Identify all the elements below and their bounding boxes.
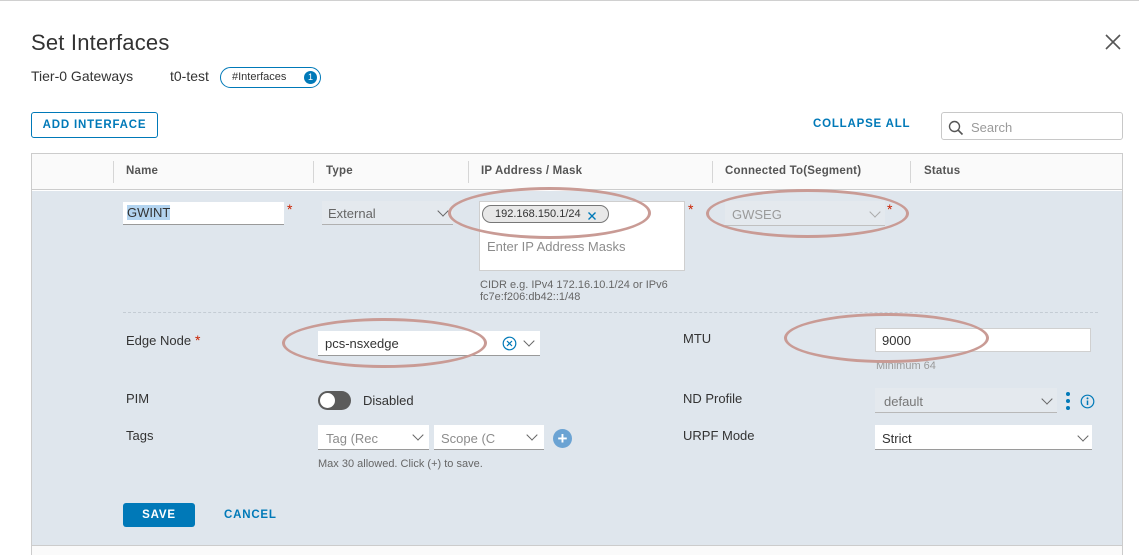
interface-name-input[interactable]: GWINT [123, 202, 284, 225]
dialog-title: Set Interfaces [31, 30, 170, 55]
pim-state: Disabled [363, 393, 414, 408]
annotation-oval-segment [706, 189, 909, 238]
collapse-all-button[interactable]: COLLAPSE ALL [813, 118, 910, 130]
pim-label: PIM [126, 391, 150, 406]
more-vertical-icon[interactable] [1065, 391, 1071, 416]
urpf-mode-select[interactable]: Strict [875, 425, 1092, 450]
annotation-oval-ip [448, 187, 651, 239]
close-icon[interactable] [1103, 32, 1123, 52]
scope-placeholder: Scope (C [441, 431, 496, 446]
column-header-name[interactable]: Name [126, 165, 158, 177]
interfaces-pill-label: #Interfaces [232, 71, 287, 83]
interfaces-count-badge: 1 [304, 71, 317, 84]
column-header-connected-to[interactable]: Connected To(Segment) [725, 165, 861, 177]
chevron-down-icon [437, 205, 449, 217]
annotation-oval-edge-node [282, 318, 487, 368]
ip-hint-line2: fc7e:f206:db42::1/48 [480, 291, 581, 303]
urpf-mode-label: URPF Mode [683, 428, 755, 443]
column-header-status[interactable]: Status [924, 165, 960, 177]
required-marker: * [195, 332, 201, 348]
save-button[interactable]: SAVE [123, 503, 195, 527]
chevron-down-icon [1077, 430, 1089, 442]
add-tag-plus-icon[interactable]: + [553, 429, 572, 448]
mtu-label: MTU [683, 331, 712, 346]
add-interface-button[interactable]: ADD INTERFACE [31, 112, 158, 138]
grid-footer [32, 545, 1122, 555]
breadcrumb-gateway-name: t0-test [170, 68, 209, 84]
chevron-down-icon [523, 335, 535, 347]
search-icon [948, 120, 964, 141]
ip-hint-line1: CIDR e.g. IPv4 172.16.10.1/24 or IPv6 [480, 279, 668, 291]
tags-hint: Max 30 allowed. Click (+) to save. [318, 458, 483, 470]
tag-input[interactable]: Tag (Rec [318, 425, 429, 450]
tag-placeholder: Tag (Rec [326, 431, 379, 446]
urpf-mode-value: Strict [882, 431, 912, 446]
nd-profile-select[interactable]: default [875, 388, 1057, 413]
required-marker: * [287, 201, 293, 217]
chevron-down-icon [412, 429, 424, 441]
required-marker: * [688, 201, 694, 217]
info-icon[interactable] [1080, 394, 1095, 414]
column-header-type[interactable]: Type [326, 165, 353, 177]
ip-input-placeholder: Enter IP Address Masks [487, 239, 626, 254]
column-header-ip-address[interactable]: IP Address / Mask [481, 165, 582, 177]
search-input[interactable]: Search [941, 112, 1123, 140]
section-divider [123, 312, 1098, 313]
scope-input[interactable]: Scope (C [434, 425, 544, 450]
chevron-down-icon [526, 429, 538, 441]
breadcrumb-gateway-type[interactable]: Tier-0 Gateways [31, 68, 133, 84]
nd-profile-value: default [884, 394, 924, 409]
edge-node-label: Edge Node [126, 333, 192, 348]
cancel-button[interactable]: CANCEL [224, 509, 277, 521]
search-placeholder: Search [971, 120, 1013, 135]
interfaces-count-pill: #Interfaces 1 [220, 67, 321, 88]
clear-circle-icon[interactable] [502, 336, 517, 356]
tags-label: Tags [126, 428, 154, 443]
type-select[interactable]: External [322, 201, 453, 225]
chevron-down-icon [1041, 393, 1053, 405]
annotation-oval-mtu [784, 313, 989, 363]
interface-name-value: GWINT [127, 205, 171, 220]
pim-toggle[interactable] [318, 391, 351, 410]
nd-profile-label: ND Profile [683, 391, 743, 406]
type-value: External [328, 206, 376, 221]
